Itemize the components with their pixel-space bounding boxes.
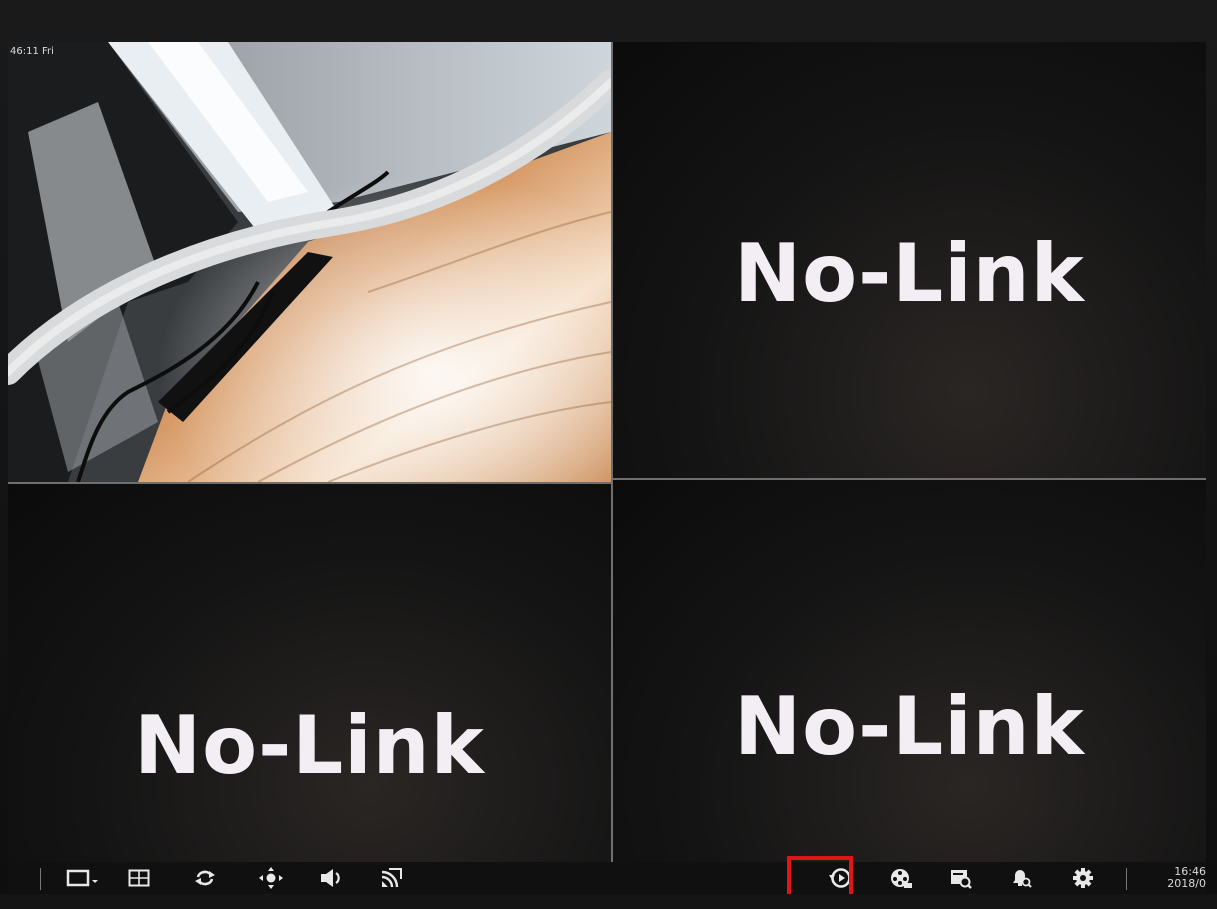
alarm-search-button[interactable] [1006,864,1036,892]
audio-button[interactable] [316,864,346,892]
monitor-bottom-bezel [0,894,1217,909]
quad-view-icon [128,869,150,887]
channel-4-no-link-label: No-Link [734,680,1085,773]
channel-1-view[interactable]: 46:11 Fri [8,42,611,482]
grid-divider-horizontal-left [8,482,611,484]
bottom-toolbar: 16:46 2018/0 [8,856,1206,894]
sequence-button[interactable] [190,864,220,892]
sequence-icon [195,870,215,886]
toolbar-separator [40,868,41,890]
settings-button[interactable] [1068,864,1098,892]
cast-icon [381,868,402,888]
search-icon [951,870,972,889]
audio-icon [321,869,340,887]
playback-highlight-box [787,856,853,894]
system-clock: 16:46 2018/0 [1167,866,1206,890]
quad-view-button[interactable] [124,864,154,892]
ptz-icon [259,867,283,889]
channel-2-view[interactable]: No-Link [613,42,1206,478]
clock-date: 2018/0 [1167,877,1206,890]
channel-3-view[interactable]: No-Link [8,484,611,862]
backup-icon [891,869,912,888]
channel-3-no-link-label: No-Link [134,699,485,792]
grid-divider-horizontal-right [613,478,1206,480]
single-view-button[interactable] [64,864,104,892]
ptz-button[interactable] [256,864,286,892]
channel-2-no-link-label: No-Link [734,227,1085,320]
quad-view-grid: 46:11 Fri No-Link No-Link No-Link [8,42,1206,862]
channel-1-osd-time: 46:11 Fri [10,46,54,57]
single-view-icon [66,869,98,887]
alarm-search-icon [1013,870,1032,888]
camera-feed-image [8,42,611,482]
cast-button[interactable] [376,864,406,892]
settings-icon [1073,868,1093,888]
channel-4-view[interactable]: No-Link [613,480,1206,862]
dvr-screen: 46:11 Fri No-Link No-Link No-Link 16:46 … [8,42,1206,894]
toolbar-separator [1126,868,1127,890]
search-button[interactable] [946,864,976,892]
grid-divider-vertical [611,42,613,862]
backup-button[interactable] [886,864,916,892]
